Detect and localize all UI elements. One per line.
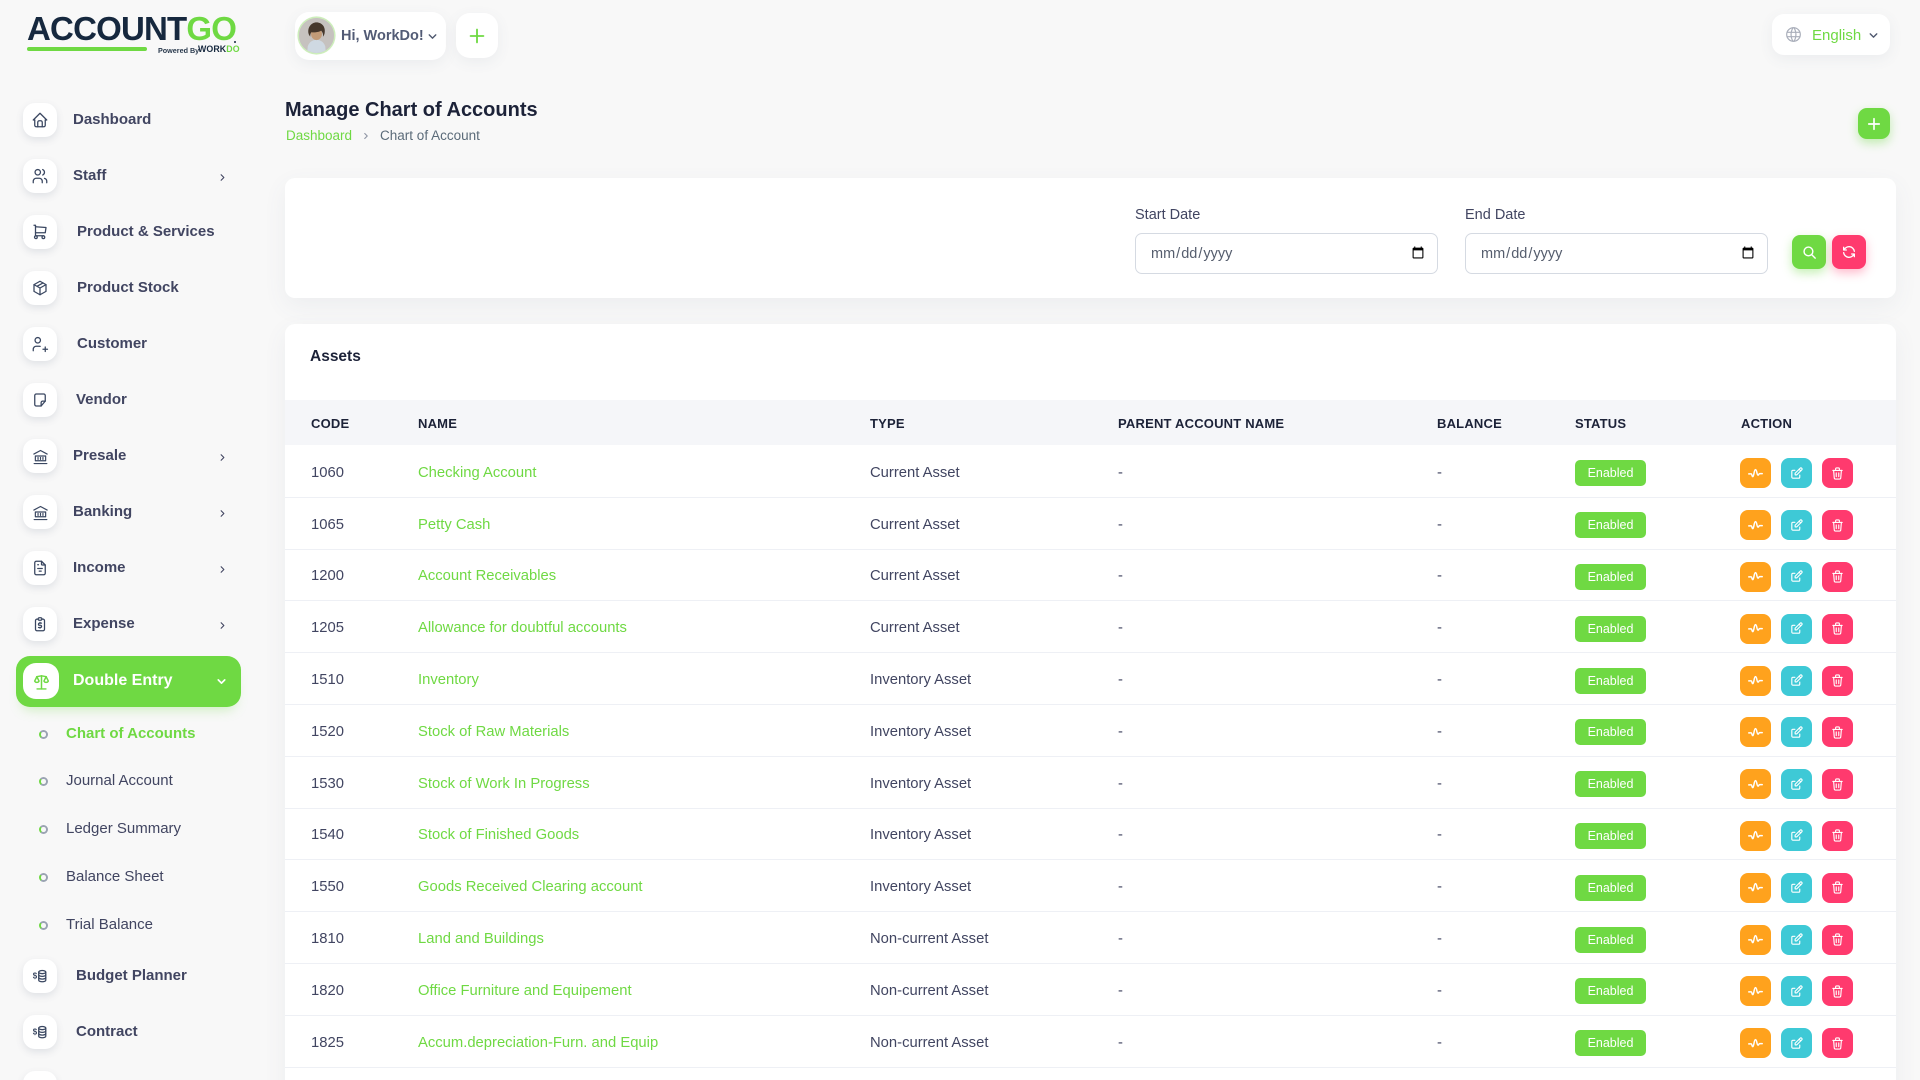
svg-text:$: $ (33, 972, 38, 981)
svg-text:$: $ (33, 1028, 38, 1037)
